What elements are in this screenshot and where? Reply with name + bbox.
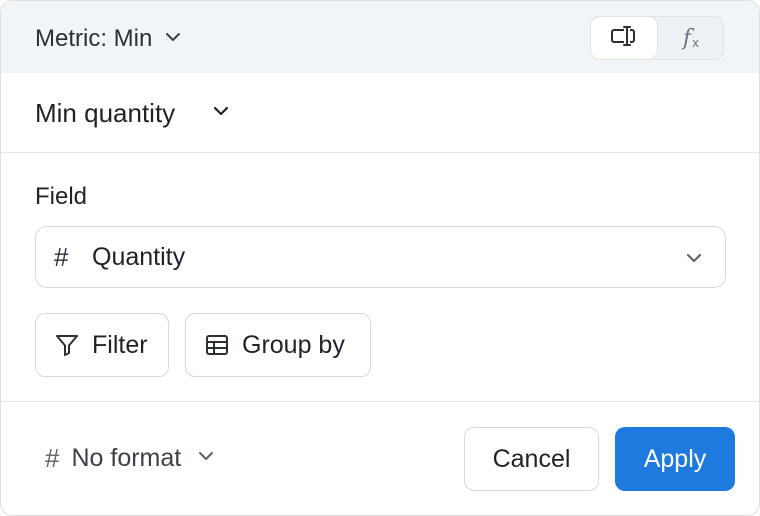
metric-type-label: Metric: Min [35,25,153,52]
field-select[interactable]: # Quantity [35,226,726,288]
metric-name-select[interactable]: Min quantity [35,97,231,129]
footer-divider [1,401,759,402]
group-by-label: Group by [242,330,345,359]
filter-icon [54,332,80,358]
formula-mode-button[interactable]: fx [659,17,723,59]
function-icon: fx [682,25,700,51]
group-by-button[interactable]: Group by [185,313,371,377]
chevron-down-icon [197,447,215,470]
table-icon [204,332,230,358]
metric-name-row: Min quantity [1,73,759,153]
hash-icon: # [45,442,60,473]
metric-name: Min quantity [35,97,176,128]
filter-label: Filter [92,330,148,359]
visual-mode-button[interactable] [591,17,657,59]
chevron-down-icon [685,249,703,272]
chevron-down-icon [164,28,182,51]
format-label: No format [71,443,182,472]
cancel-button[interactable]: Cancel [464,427,599,491]
panel-header: Metric: Min fx [1,1,759,73]
field-value: Quantity [92,242,186,271]
field-label: Field [35,183,88,210]
chevron-down-icon [211,101,231,126]
apply-button[interactable]: Apply [615,427,735,491]
form-input-icon [610,25,638,52]
mode-toggle: fx [590,16,724,60]
format-select[interactable]: # No format [45,441,215,475]
filter-button[interactable]: Filter [35,313,169,377]
metric-editor-panel: Metric: Min fx Min quantity Field # Quan… [0,0,760,516]
hash-icon: # [54,241,69,272]
metric-type-select[interactable]: Metric: Min [35,23,182,55]
